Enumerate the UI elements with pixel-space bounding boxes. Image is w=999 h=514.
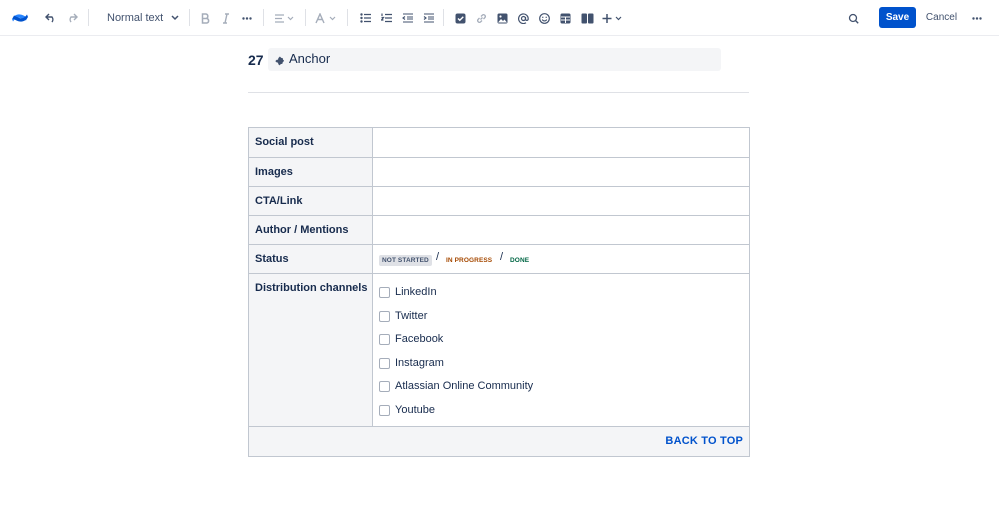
insert-icon[interactable] [601, 0, 625, 36]
data-cell[interactable] [373, 216, 749, 244]
header-label: Distribution channels [255, 282, 368, 294]
header-label: Social post [255, 136, 314, 148]
toolbar-divider [263, 9, 264, 26]
status-separator: / [500, 251, 504, 263]
more-formatting-icon[interactable] [240, 0, 254, 36]
task-item[interactable]: Facebook [379, 332, 443, 346]
checkbox[interactable] [379, 310, 390, 322]
checkbox[interactable] [379, 286, 390, 298]
header-cell[interactable]: Social post [249, 128, 373, 157]
task-item[interactable]: Instagram [379, 356, 444, 370]
header-label: CTA/Link [255, 195, 303, 207]
align-icon[interactable] [272, 0, 296, 36]
table-row: Social post [249, 128, 749, 158]
cancel-button[interactable]: Cancel [921, 7, 962, 28]
data-cell[interactable] [373, 128, 749, 157]
mention-icon[interactable] [516, 0, 530, 36]
text-style-dropdown[interactable]: Normal text [99, 7, 181, 29]
data-cell[interactable] [373, 187, 749, 215]
header-label: Author / Mentions [255, 224, 349, 236]
anchor-label: Anchor [289, 51, 331, 66]
image-icon[interactable] [495, 0, 509, 36]
text-style-label: Normal text [107, 12, 164, 24]
header-cell[interactable]: Author / Mentions [249, 216, 373, 244]
task-label: Atlassian Online Community [395, 380, 534, 392]
task-item[interactable]: LinkedIn [379, 285, 437, 299]
undo-icon[interactable] [43, 0, 59, 36]
checkbox[interactable] [379, 357, 390, 369]
task-label: LinkedIn [395, 286, 437, 298]
confluence-logo-icon[interactable] [10, 0, 30, 36]
social-post-table: Social post Images CTA/Link Author / Men… [248, 127, 750, 457]
horizontal-rule [248, 92, 749, 93]
table-row: Author / Mentions [249, 216, 749, 245]
task-item[interactable]: Youtube [379, 403, 435, 417]
indent-icon[interactable] [421, 0, 435, 36]
toolbar-divider [88, 9, 89, 26]
numbered-list-icon[interactable] [379, 0, 393, 36]
task-label: Facebook [395, 333, 444, 345]
checkbox[interactable] [379, 404, 390, 416]
table-row: CTA/Link [249, 187, 749, 216]
puzzle-piece-icon [273, 54, 285, 72]
channels-cell[interactable]: LinkedIn Twitter Facebook Instagram Atla… [373, 274, 749, 426]
task-item[interactable]: Twitter [379, 309, 427, 323]
header-label: Status [255, 253, 289, 265]
toolbar-divider [305, 9, 306, 26]
status-separator: / [436, 251, 440, 263]
text-color-icon[interactable] [314, 0, 338, 36]
task-label: Instagram [395, 357, 444, 369]
italic-icon[interactable] [219, 0, 233, 36]
bullet-list-icon[interactable] [358, 0, 372, 36]
layouts-icon[interactable] [579, 0, 595, 36]
toolbar-divider [443, 9, 444, 26]
header-label: Images [255, 166, 293, 178]
action-item-icon[interactable] [453, 0, 467, 36]
task-label: Twitter [395, 310, 428, 322]
header-cell[interactable]: Status [249, 245, 373, 273]
header-cell[interactable]: Images [249, 158, 373, 186]
redo-icon[interactable] [64, 0, 80, 36]
find-replace-icon[interactable] [846, 0, 860, 36]
header-cell[interactable]: CTA/Link [249, 187, 373, 215]
status-done-lozenge[interactable]: DONE [507, 255, 532, 266]
toolbar-divider [189, 9, 190, 26]
save-button[interactable]: Save [879, 7, 916, 28]
task-item[interactable]: Atlassian Online Community [379, 379, 533, 393]
editor-toolbar: Normal text Save Cancel [0, 0, 999, 36]
table-row: Distribution channels LinkedIn Twitter F… [249, 274, 749, 427]
checkbox[interactable] [379, 333, 390, 345]
table-icon[interactable] [558, 0, 572, 36]
table-row: Images [249, 158, 749, 187]
chevron-down-icon [171, 12, 179, 24]
header-cell[interactable]: Distribution channels [249, 274, 373, 426]
bold-icon[interactable] [198, 0, 212, 36]
link-icon[interactable] [474, 0, 488, 36]
status-in-progress-lozenge[interactable]: IN PROGRESS [443, 255, 495, 266]
back-to-top-link[interactable]: BACK TO TOP [665, 435, 743, 447]
table-row: Status NOT STARTED / IN PROGRESS / DONE [249, 245, 749, 274]
checkbox[interactable] [379, 380, 390, 392]
data-cell[interactable] [373, 158, 749, 186]
emoji-icon[interactable] [537, 0, 551, 36]
task-label: Youtube [395, 404, 435, 416]
section-number: 27 [248, 52, 264, 68]
status-not-started-lozenge[interactable]: NOT STARTED [379, 255, 432, 266]
outdent-icon[interactable] [400, 0, 414, 36]
table-footer-row: BACK TO TOP [249, 427, 749, 456]
status-cell[interactable]: NOT STARTED / IN PROGRESS / DONE [373, 245, 749, 273]
toolbar-divider [347, 9, 348, 26]
more-icon[interactable] [970, 0, 984, 36]
anchor-macro[interactable] [268, 48, 721, 71]
